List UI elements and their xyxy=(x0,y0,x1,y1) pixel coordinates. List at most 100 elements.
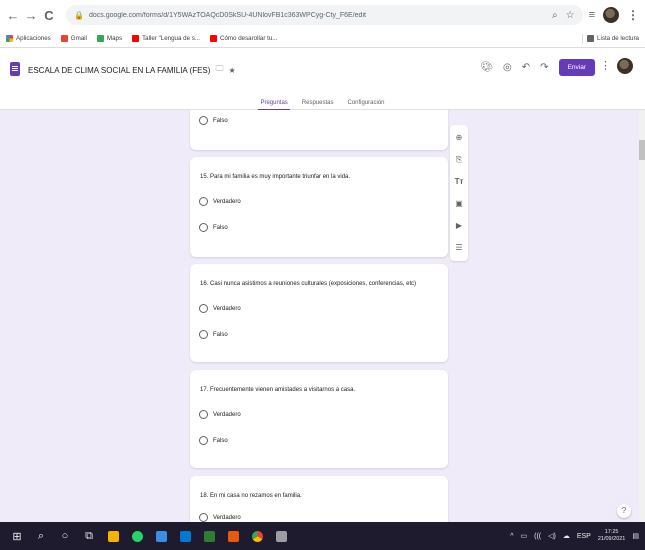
import-questions-icon[interactable]: ⎘ xyxy=(454,155,464,165)
star-icon[interactable]: ☆ xyxy=(566,10,575,21)
question-title: 15. Para mi familia es muy importante tr… xyxy=(200,174,351,180)
add-image-icon[interactable]: ▣ xyxy=(454,199,464,209)
form-title-row: ESCALA DE CLIMA SOCIAL EN LA FAMILIA (FE… xyxy=(28,63,236,77)
radio-button[interactable] xyxy=(199,410,208,419)
forms-header: ESCALA DE CLIMA SOCIAL EN LA FAMILIA (FE… xyxy=(0,48,645,111)
add-video-icon[interactable]: ▶ xyxy=(454,221,464,231)
radio-button[interactable] xyxy=(199,197,208,206)
option-falso[interactable]: Falso xyxy=(199,330,228,339)
question-card-17: 17. Frecuentemente vienen amistades a vi… xyxy=(190,370,448,468)
chevron-up-icon[interactable]: ^ xyxy=(510,533,513,540)
option-verdadero[interactable]: Verdadero xyxy=(199,197,241,206)
profile-avatar[interactable] xyxy=(603,7,619,23)
question-title: 18. En mi casa no rezamos en familia. xyxy=(200,493,302,499)
option-falso[interactable]: Falso xyxy=(199,223,228,232)
palette-icon[interactable]: 🎨︎ xyxy=(480,62,493,73)
bookmark-taller[interactable]: Taller "Lengua de s... xyxy=(132,35,200,42)
wifi-icon[interactable]: ((( xyxy=(534,533,541,540)
language-indicator[interactable]: ESP xyxy=(577,533,591,540)
reading-list-icon xyxy=(587,35,595,42)
question-title: 17. Frecuentemente vienen amistades a vi… xyxy=(200,387,356,393)
office-icon[interactable] xyxy=(222,525,244,547)
option-verdadero[interactable]: Verdadero xyxy=(199,410,241,419)
radio-button[interactable] xyxy=(199,513,208,522)
radio-button[interactable] xyxy=(199,436,208,445)
bookmark-gmail[interactable]: Gmail xyxy=(60,35,87,42)
store-icon[interactable] xyxy=(174,525,196,547)
floating-toolbar: ⊕ ⎘ Tт ▣ ▶ ☰ xyxy=(450,125,468,261)
option-falso[interactable]: Falso xyxy=(199,116,228,125)
search-icon[interactable]: ⌕ xyxy=(30,525,52,547)
option-falso[interactable]: Falso xyxy=(199,436,228,445)
question-title: 16. Casi nunca asistimos a reuniones cul… xyxy=(200,281,417,287)
bookmarks-bar: Aplicaciones Gmail Maps Taller "Lengua d… xyxy=(0,30,645,48)
cloud-icon[interactable]: ☁ xyxy=(563,532,570,540)
zoom-icon[interactable]: ⌕ xyxy=(552,10,558,21)
option-verdadero[interactable]: Verdadero xyxy=(199,513,241,522)
gmail-icon xyxy=(60,35,68,42)
back-icon[interactable]: ← xyxy=(6,8,20,23)
add-question-icon[interactable]: ⊕ xyxy=(454,133,464,143)
notes-app-icon[interactable] xyxy=(198,525,220,547)
camera-app-icon[interactable] xyxy=(150,525,172,547)
address-bar[interactable]: 🔒 docs.google.com/forms/d/1Y5WAzTOAQcD0S… xyxy=(66,5,583,25)
bookmark-maps[interactable]: Maps xyxy=(96,35,122,42)
send-button[interactable]: Enviar xyxy=(558,59,595,76)
chrome-icon[interactable] xyxy=(246,525,268,547)
folder-icon[interactable]: 🗀 xyxy=(215,63,223,77)
whatsapp-icon[interactable] xyxy=(126,525,148,547)
reload-icon[interactable]: C xyxy=(42,8,56,23)
preview-icon[interactable]: ◎ xyxy=(503,62,512,73)
forward-icon[interactable]: → xyxy=(24,8,38,23)
question-card-partial: Falso xyxy=(190,110,448,150)
youtube-icon xyxy=(132,35,140,42)
scrollbar[interactable] xyxy=(639,110,645,522)
radio-button[interactable] xyxy=(199,223,208,232)
url-text[interactable]: docs.google.com/forms/d/1Y5WAzTOAQcD0SkS… xyxy=(89,12,366,19)
notification-icon[interactable]: ▤ xyxy=(632,532,639,540)
bookmark-como[interactable]: Cómo desarollar tu... xyxy=(209,35,277,42)
question-card-16: 16. Casi nunca asistimos a reuniones cul… xyxy=(190,264,448,362)
forms-logo-icon[interactable] xyxy=(10,62,20,76)
star-icon[interactable]: ★ xyxy=(228,66,235,75)
playlist-icon[interactable]: ≡ xyxy=(589,9,595,21)
divider xyxy=(582,33,584,44)
apps-grid-icon xyxy=(6,35,13,42)
add-title-icon[interactable]: Tт xyxy=(454,177,464,187)
clock[interactable]: 17:25 21/09/2021 xyxy=(598,529,626,543)
add-section-icon[interactable]: ☰ xyxy=(454,243,464,253)
reading-list-button[interactable]: Lista de lectura xyxy=(587,35,639,42)
radio-button[interactable] xyxy=(199,330,208,339)
system-tray: ^ ▭ ((( ◁) ☁ ESP 17:25 21/09/2021 ▤ xyxy=(510,529,639,543)
start-icon[interactable]: ⊞ xyxy=(6,525,28,547)
undo-icon[interactable]: ↶ xyxy=(522,62,530,73)
browser-menu-icon[interactable]: ⋮ xyxy=(627,8,639,22)
form-menu-icon[interactable]: ⋮ xyxy=(600,59,611,72)
redo-icon[interactable]: ↷ xyxy=(540,62,548,73)
radio-button[interactable] xyxy=(199,116,208,125)
bookmark-apps[interactable]: Aplicaciones xyxy=(6,35,51,42)
task-view-icon[interactable]: ⧉ xyxy=(78,525,100,547)
question-card-18: 18. En mi casa no rezamos en familia. Ve… xyxy=(190,476,448,522)
clock-date: 21/09/2021 xyxy=(597,536,626,542)
question-card-15: 15. Para mi familia es muy importante tr… xyxy=(190,157,448,257)
clock-time: 17:25 xyxy=(604,529,619,535)
radio-button[interactable] xyxy=(199,304,208,313)
form-body: Falso 15. Para mi familia es muy importa… xyxy=(0,110,645,522)
lock-app-icon[interactable] xyxy=(102,525,124,547)
maps-icon xyxy=(96,35,104,42)
lock-icon: 🔒 xyxy=(74,10,84,20)
cortana-icon[interactable]: ○ xyxy=(54,525,76,547)
help-icon[interactable]: ? xyxy=(617,504,631,518)
form-actions: 🎨︎ ◎ ↶ ↷ Enviar xyxy=(480,59,595,76)
browser-toolbar: ← → C 🔒 docs.google.com/forms/d/1Y5WAzTO… xyxy=(0,0,645,30)
paint-app-icon[interactable] xyxy=(270,525,292,547)
volume-icon[interactable]: ◁) xyxy=(548,532,556,540)
youtube-icon xyxy=(209,35,217,42)
network-icon[interactable]: ▭ xyxy=(520,532,527,540)
form-title[interactable]: ESCALA DE CLIMA SOCIAL EN LA FAMILIA (FE… xyxy=(28,66,210,75)
avatar[interactable] xyxy=(617,58,633,74)
taskbar: ⊞ ⌕ ○ ⧉ ^ ▭ ((( ◁) ☁ ESP 17:25 21/09/202… xyxy=(0,522,645,550)
option-verdadero[interactable]: Verdadero xyxy=(199,304,241,313)
scroll-thumb[interactable] xyxy=(639,140,645,160)
